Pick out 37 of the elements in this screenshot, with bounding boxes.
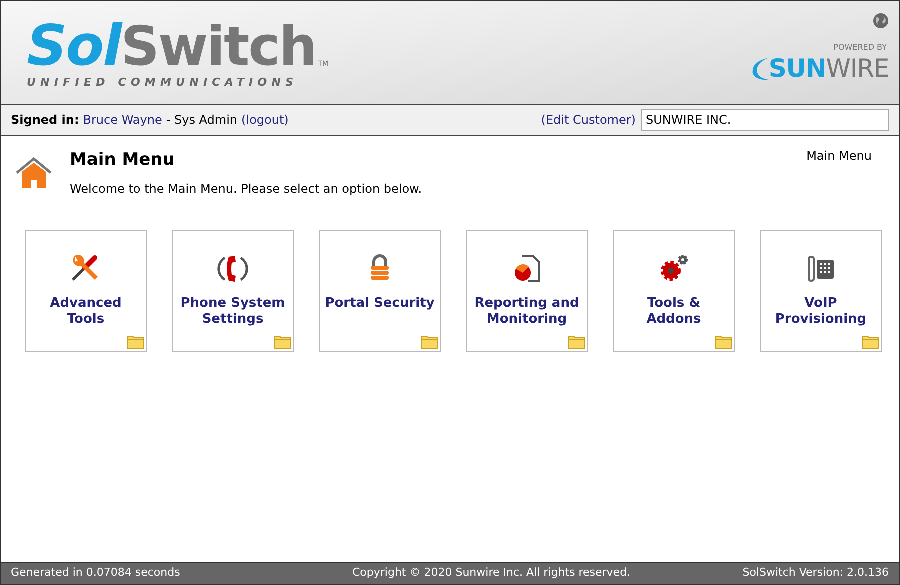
page-subtitle: Welcome to the Main Menu. Please select an option below. — [70, 180, 422, 198]
breadcrumb-text: Main Menu — [806, 148, 872, 165]
menu-tile[interactable]: Tools & Addons — [613, 230, 735, 352]
signed-in-label: Signed in: — [11, 112, 80, 129]
tile-label: Tools & Addons — [646, 296, 702, 328]
globe-icon[interactable] — [873, 13, 889, 29]
folder-icon — [862, 334, 879, 348]
menu-tile[interactable]: Reporting and Monitoring — [466, 230, 588, 352]
folder-icon — [715, 334, 732, 348]
tile-label: Reporting and Monitoring — [474, 296, 580, 328]
logo-text: Sol — [27, 21, 121, 73]
copyright-text: Copyright © 2020 Sunwire Inc. All rights reserved. — [352, 565, 631, 582]
customer-field[interactable]: SUNWIRE INC. — [641, 109, 889, 131]
menu-tile[interactable]: VoIP Provisioning — [760, 230, 882, 352]
home-icon — [15, 156, 53, 190]
role-text: - Sys Admin — [166, 112, 238, 129]
version-text: SolSwitch Version: 2.0.136 — [742, 565, 889, 582]
menu-tile[interactable]: Portal Security — [319, 230, 441, 352]
logo-tagline: UNIFIED COMMUNICATIONS — [27, 75, 300, 91]
tile-label: VoIP Provisioning — [774, 296, 868, 328]
menu-tile[interactable]: Phone System Settings — [172, 230, 294, 352]
logout-link[interactable]: (logout) — [242, 111, 289, 129]
menu-tile[interactable]: Advanced Tools — [25, 230, 147, 352]
folder-icon — [127, 334, 144, 348]
user-link[interactable]: Bruce Wayne — [83, 111, 162, 129]
brand-text: SUN — [768, 55, 826, 83]
folder-icon — [568, 334, 585, 348]
tile-label: Phone System Settings — [180, 296, 286, 328]
tile-label: Portal Security — [324, 296, 436, 312]
generation-time-text: Generated in 0.07084 seconds — [11, 565, 180, 582]
folder-icon — [421, 334, 438, 348]
brand-text: WIRE — [826, 55, 889, 83]
folder-icon — [274, 334, 291, 348]
edit-customer-link[interactable]: (Edit Customer) — [541, 111, 636, 129]
tile-label: Advanced Tools — [49, 296, 123, 328]
page-title: Main Menu — [70, 149, 176, 172]
powered-by-text: POWERED BY — [834, 42, 887, 54]
